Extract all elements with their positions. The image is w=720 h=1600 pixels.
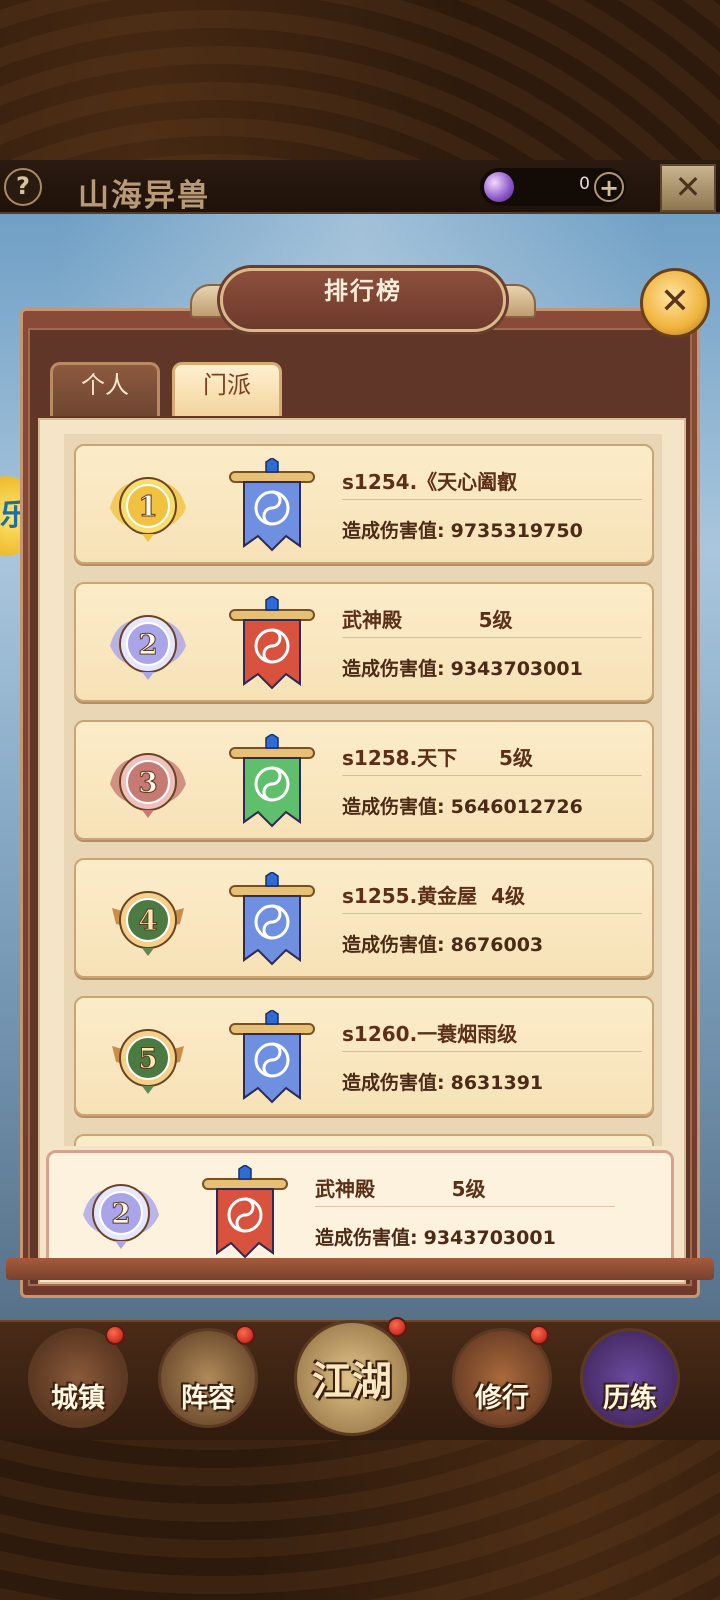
rank-medal-icon: 4 — [106, 878, 190, 962]
bottom-nav: 城镇 阵容 江湖修行 历练 — [0, 1317, 720, 1440]
guild-name: 武神殿 5级 — [315, 1173, 615, 1207]
guild-banner-icon — [222, 595, 322, 696]
currency-value: 0 — [579, 174, 590, 194]
damage-label: 造成伤害值: — [342, 1072, 445, 1094]
popup-bottom-ledge — [6, 1258, 714, 1280]
notification-dot-icon — [105, 1325, 125, 1345]
rank-medal-icon: 5 — [106, 1016, 190, 1100]
damage-text: 造成伤害值: 9343703001 — [342, 654, 583, 681]
rank-medal-icon: 2 — [106, 602, 190, 686]
page-title: 山海异兽 — [78, 178, 210, 214]
ranking-list[interactable]: 1 s1254.《天心阖叡 造成伤害值: 9735319750 2 武神殿 5级 造成伤害值… — [64, 434, 662, 1146]
damage-value: 5646012726 — [450, 796, 583, 818]
nav-label: 江湖 — [312, 1358, 392, 1405]
rank-card[interactable]: 2 武神殿 5级造成伤害值: 9343703001 — [74, 582, 654, 702]
damage-text: 造成伤害值: 8676003 — [342, 930, 543, 957]
tab-guild[interactable]: 门派 — [172, 362, 282, 416]
nav-item-training[interactable]: 历练 — [580, 1328, 680, 1428]
guild-name: s1254.《天心阖叡 — [342, 466, 642, 500]
add-currency-button[interactable]: + — [594, 172, 624, 202]
damage-value: 8631391 — [450, 1072, 544, 1094]
guild-name: s1258.天下 5级 — [342, 742, 642, 776]
guild-name: 武神殿 5级 — [342, 604, 642, 638]
guild-banner-icon — [222, 871, 322, 972]
svg-text:4: 4 — [138, 904, 157, 937]
rank-medal-icon: 1 — [106, 464, 190, 548]
damage-text: 造成伤害值: 5646012726 — [342, 792, 583, 819]
damage-value: 9735319750 — [450, 520, 583, 542]
top-bar: ? 山海异兽 0 + ✕ — [0, 160, 720, 214]
rank-card[interactable]: 3 s1258.天下 5级造成伤害值: 5646012726 — [74, 720, 654, 840]
damage-text: 造成伤害值: 9735319750 — [342, 516, 583, 543]
notification-dot-icon — [235, 1325, 255, 1345]
exit-button[interactable]: ✕ — [660, 164, 716, 212]
notification-dot-icon — [387, 1317, 407, 1337]
help-button[interactable]: ? — [4, 168, 42, 206]
svg-text:3: 3 — [138, 766, 157, 799]
svg-text:5: 5 — [138, 1042, 157, 1075]
damage-label: 造成伤害值: — [315, 1227, 418, 1249]
nav-item-town[interactable]: 城镇 — [28, 1325, 128, 1428]
guild-banner-icon — [222, 733, 322, 834]
nav-item-lineup[interactable]: 阵容 — [158, 1325, 258, 1428]
damage-text: 造成伤害值: 9343703001 — [315, 1223, 556, 1250]
popup-inner: 个人 门派 1 s1254.《天心阖叡 造成伤害值: 9735319750 2 武神殿 5… — [28, 328, 692, 1286]
popup-title: 排行榜 — [324, 277, 402, 305]
rank-medal-icon: 3 — [106, 740, 190, 824]
ranking-popup: 个人 门派 1 s1254.《天心阖叡 造成伤害值: 9735319750 2 武神殿 5… — [6, 268, 714, 1298]
guild-banner-icon — [222, 1009, 322, 1110]
ranking-panel: 1 s1254.《天心阖叡 造成伤害值: 9735319750 2 武神殿 5级 造成伤害值… — [38, 418, 686, 1284]
damage-value: 9343703001 — [450, 658, 583, 680]
popup-title-plate: 排行榜 — [220, 268, 506, 332]
nav-label: 阵容 — [181, 1383, 235, 1414]
rank-card[interactable]: 1 s1254.《天心阖叡造成伤害值: 9735319750 — [74, 444, 654, 564]
close-button[interactable]: ✕ — [640, 268, 710, 338]
nav-label: 历练 — [603, 1383, 657, 1414]
notification-dot-icon — [529, 1325, 549, 1345]
damage-label: 造成伤害值: — [342, 796, 445, 818]
currency-display: 0 + — [480, 168, 626, 206]
svg-text:2: 2 — [138, 628, 157, 661]
damage-value: 9343703001 — [423, 1227, 556, 1249]
svg-text:2: 2 — [111, 1197, 130, 1230]
damage-label: 造成伤害值: — [342, 934, 445, 956]
svg-text:1: 1 — [138, 490, 157, 523]
my-guild-rank-card: 2 武神殿 5级造成伤害值: 9343703001 — [46, 1150, 674, 1270]
nav-label: 城镇 — [51, 1383, 105, 1414]
rank-medal-icon: 2 — [79, 1171, 163, 1255]
nav-item-cultivate[interactable]: 修行 — [452, 1325, 552, 1428]
damage-text: 造成伤害值: 8631391 — [342, 1068, 543, 1095]
tab-personal[interactable]: 个人 — [50, 362, 160, 416]
guild-banner-icon — [222, 457, 322, 558]
gem-icon — [484, 172, 514, 202]
rank-card[interactable]: 5 s1260.一蓑烟雨级造成伤害值: 8631391 — [74, 996, 654, 1116]
damage-label: 造成伤害值: — [342, 520, 445, 542]
guild-name: s1260.一蓑烟雨级 — [342, 1018, 642, 1052]
rank-card-partial — [74, 1134, 654, 1146]
rank-card[interactable]: 4 s1255.黄金屋 4级造成伤害值: 8676003 — [74, 858, 654, 978]
damage-label: 造成伤害值: — [342, 658, 445, 680]
guild-name: s1255.黄金屋 4级 — [342, 880, 642, 914]
guild-banner-icon — [195, 1164, 295, 1265]
nav-label: 修行 — [475, 1383, 529, 1414]
nav-item-jianghu[interactable]: 江湖 — [294, 1317, 410, 1436]
damage-value: 8676003 — [450, 934, 544, 956]
